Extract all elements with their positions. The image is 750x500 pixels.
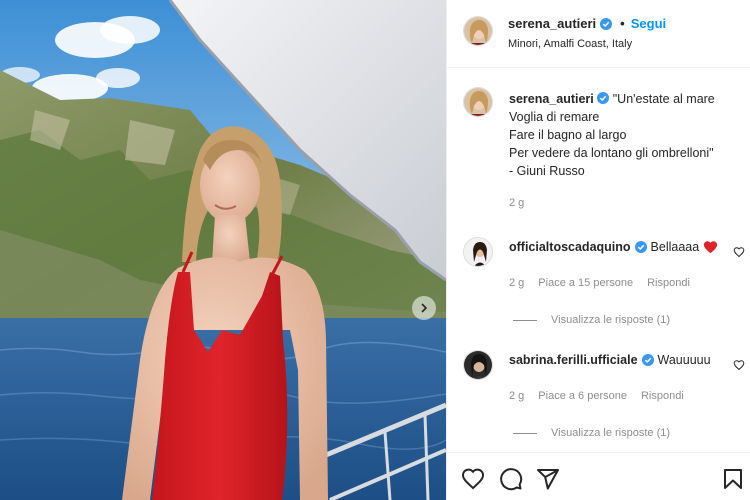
heart-icon[interactable] (461, 467, 485, 491)
comment-text: Bellaaaa (650, 240, 700, 254)
paper-plane-icon[interactable] (536, 467, 560, 491)
caption-line: Fare il bagno al largo (509, 128, 627, 142)
avatar-image (464, 351, 492, 379)
heart-icon[interactable] (733, 359, 745, 371)
view-replies-label: Visualizza le risposte (1) (551, 314, 671, 326)
comment-avatar[interactable] (463, 237, 493, 267)
post-header: serena_autieri • Segui Minori, Amalfi Co… (447, 0, 750, 68)
post-photo[interactable] (0, 0, 446, 500)
chevron-right-icon (421, 303, 428, 313)
view-replies-button[interactable]: Visualizza le risposte (1) (513, 314, 670, 326)
caption-line: Per vedere da lontano gli ombrelloni" (509, 146, 714, 160)
caption-line: - Giuni Russo (509, 164, 585, 178)
avatar-image (464, 88, 492, 116)
comment-avatar[interactable] (463, 350, 493, 380)
reply-button[interactable]: Rispondi (647, 277, 690, 289)
comment-meta: 2 g Piace a 6 persone Rispondi (509, 390, 684, 402)
comment-meta: 2 g Piace a 15 persone Rispondi (509, 277, 690, 289)
reply-button[interactable]: Rispondi (641, 390, 684, 402)
verified-badge-icon (634, 241, 647, 253)
verified-badge-icon (600, 17, 613, 30)
post-location[interactable]: Minori, Amalfi Coast, Italy (508, 38, 632, 50)
comment-likes-count[interactable]: Piace a 15 persone (538, 277, 633, 289)
comment-username[interactable]: sabrina.ferilli.ufficiale (509, 353, 638, 367)
caption-line: Voglia di remare (509, 110, 600, 124)
avatar-image (464, 238, 492, 266)
comment-likes-count[interactable]: Piace a 6 persone (538, 390, 627, 402)
red-heart-emoji-icon (704, 241, 718, 254)
post-header-user: serena_autieri • Segui (508, 16, 666, 31)
comment-username[interactable]: officialtoscadaquino (509, 240, 631, 254)
view-replies-button[interactable]: Visualizza le risposte (1) (513, 427, 670, 439)
avatar-image (464, 17, 492, 45)
caption-text: serena_autieri "Un'estate al mare Voglia… (509, 90, 749, 180)
verified-badge-icon (597, 92, 610, 104)
post-action-bar (447, 452, 750, 500)
comment-item: sabrina.ferilli.ufficiale Wauuuuu 2 g Pi… (447, 350, 750, 450)
comment-body: officialtoscadaquino Bellaaaa (509, 240, 718, 254)
carousel-next-button[interactable] (412, 296, 436, 320)
comment-text: Wauuuuu (657, 353, 711, 367)
caption-line: "Un'estate al mare (612, 92, 715, 106)
caption-username[interactable]: serena_autieri (509, 92, 594, 106)
follow-button[interactable]: Segui (631, 16, 666, 31)
caption-timestamp: 2 g (509, 197, 525, 209)
comment-body: sabrina.ferilli.ufficiale Wauuuuu (509, 353, 711, 367)
comment-timestamp: 2 g (509, 277, 525, 289)
replies-divider-line (513, 319, 537, 321)
photo-scene (0, 0, 446, 500)
comment-timestamp: 2 g (509, 390, 525, 402)
caption-avatar[interactable] (463, 87, 493, 117)
author-avatar[interactable] (463, 16, 493, 46)
comment-icon[interactable] (499, 467, 523, 491)
bookmark-icon[interactable] (721, 467, 745, 491)
replies-divider-line (513, 432, 537, 434)
author-username[interactable]: serena_autieri (508, 16, 596, 31)
view-replies-label: Visualizza le risposte (1) (551, 427, 671, 439)
separator-dot: • (620, 16, 625, 31)
comment-item: officialtoscadaquino Bellaaaa 2 g Piace … (447, 237, 750, 337)
verified-badge-icon (641, 354, 654, 366)
post-side-panel: serena_autieri • Segui Minori, Amalfi Co… (446, 0, 750, 500)
heart-icon[interactable] (733, 246, 745, 258)
